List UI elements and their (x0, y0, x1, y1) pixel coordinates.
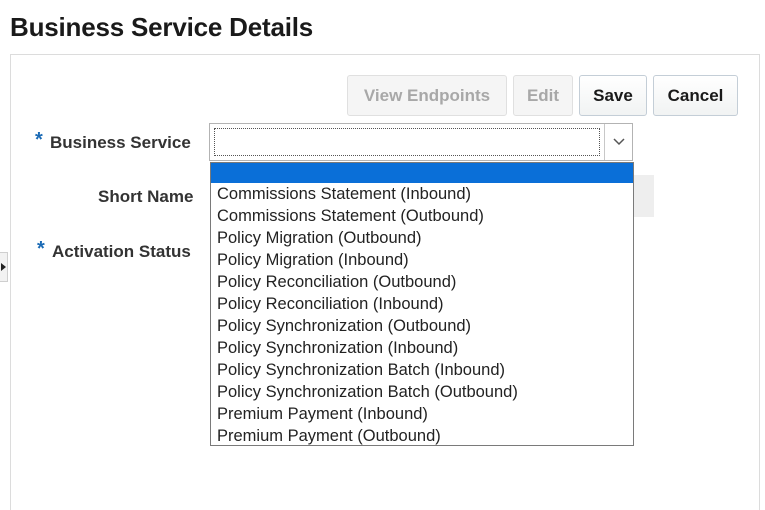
short-name-label: Short Name (98, 187, 194, 206)
dropdown-option[interactable]: Policy Synchronization (Outbound) (211, 315, 633, 337)
business-service-select[interactable] (209, 123, 633, 161)
dropdown-option[interactable]: Policy Reconciliation (Outbound) (211, 271, 633, 293)
edit-button[interactable]: Edit (513, 75, 573, 116)
view-endpoints-button[interactable]: View Endpoints (347, 75, 507, 116)
chevron-down-icon[interactable] (604, 124, 632, 160)
dropdown-option[interactable]: Policy Migration (Inbound) (211, 249, 633, 271)
business-service-value (214, 128, 600, 156)
panel-splitter-handle[interactable] (0, 252, 8, 282)
dropdown-option[interactable]: Premium Payment (Outbound) (211, 425, 633, 447)
dropdown-option[interactable]: Policy Synchronization Batch (Outbound) (211, 381, 633, 403)
dropdown-option[interactable]: Policy Reconciliation (Inbound) (211, 293, 633, 315)
activation-status-label: Activation Status (52, 242, 191, 261)
business-service-label: Business Service (50, 133, 191, 152)
dropdown-option[interactable]: Policy Migration (Outbound) (211, 227, 633, 249)
dropdown-option[interactable]: Commissions Statement (Outbound) (211, 205, 633, 227)
dropdown-option[interactable]: Commissions Statement (Inbound) (211, 183, 633, 205)
dropdown-option[interactable] (211, 163, 633, 183)
expand-arrow-icon (1, 263, 6, 271)
dropdown-option[interactable]: Policy Synchronization (Inbound) (211, 337, 633, 359)
business-service-dropdown-list[interactable]: Commissions Statement (Inbound) Commissi… (210, 162, 634, 446)
save-button[interactable]: Save (579, 75, 647, 116)
required-marker: * (35, 129, 43, 151)
page-title: Business Service Details (10, 12, 314, 42)
required-marker: * (37, 238, 45, 260)
dropdown-option[interactable]: Premium Payment (Inbound) (211, 403, 633, 425)
cancel-button[interactable]: Cancel (653, 75, 738, 116)
dropdown-option[interactable]: Policy Synchronization Batch (Inbound) (211, 359, 633, 381)
